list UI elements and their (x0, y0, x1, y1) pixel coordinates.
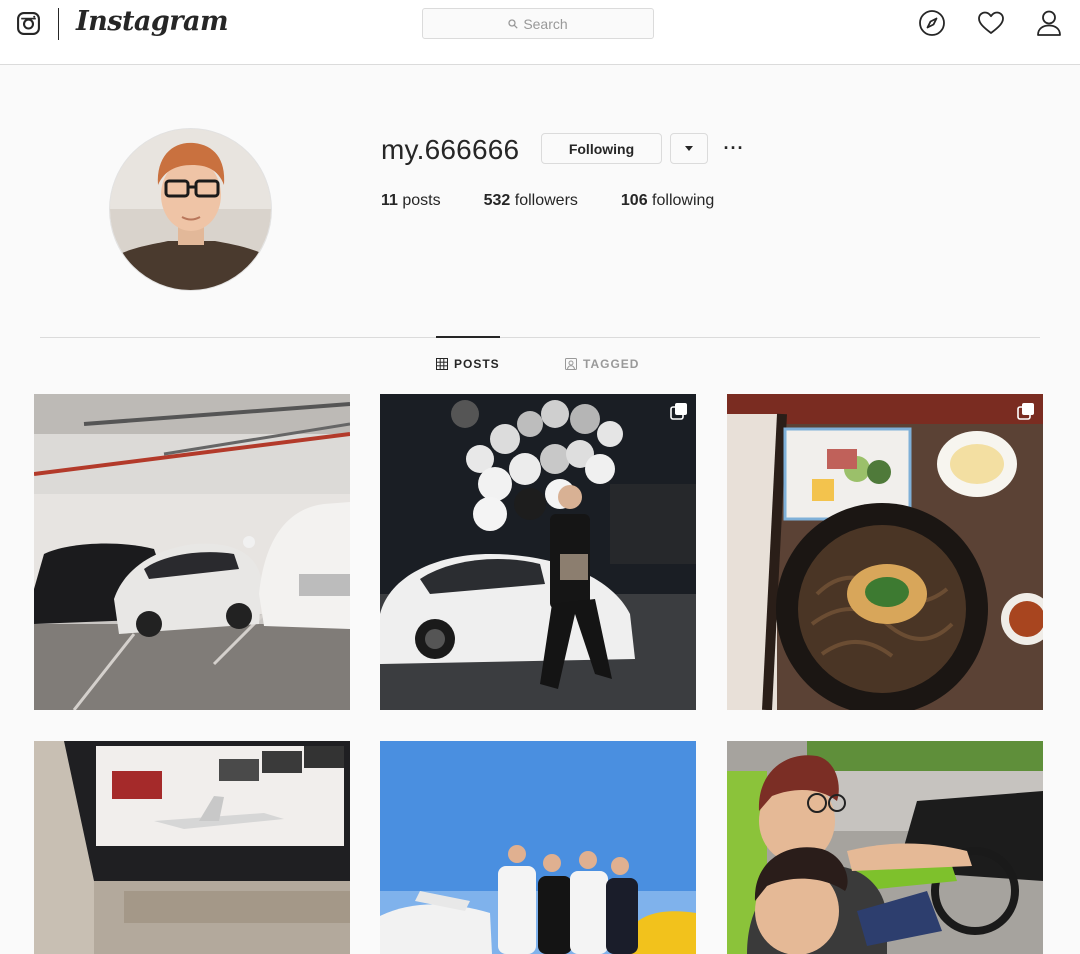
post-image-inflight-screen (34, 741, 350, 954)
instagram-wordmark[interactable]: Instagram (76, 6, 229, 37)
post-thumbnail[interactable] (34, 394, 350, 710)
profile-stats: 11 posts 532 followers 106 following (381, 192, 757, 210)
post-thumbnail[interactable] (727, 394, 1043, 710)
following-button[interactable]: Following (541, 133, 662, 164)
tab-posts[interactable]: POSTS (436, 357, 500, 371)
tabs-divider (40, 337, 1040, 338)
tab-posts-label: POSTS (454, 357, 500, 371)
instagram-glyph-icon[interactable] (16, 11, 41, 36)
heart-icon[interactable] (977, 9, 1005, 37)
post-thumbnail[interactable] (727, 741, 1043, 954)
compass-icon[interactable] (918, 9, 946, 37)
tab-tagged[interactable]: TAGGED (565, 357, 639, 371)
more-options-button[interactable]: ··· (720, 137, 748, 159)
posts-count: 11 posts (381, 192, 441, 209)
top-navigation-bar: Instagram Search (0, 0, 1080, 65)
post-image-men-in-car (727, 741, 1043, 954)
post-thumbnail[interactable] (380, 394, 696, 710)
post-image-noodle-meal (727, 394, 1043, 710)
search-placeholder: Search (523, 15, 568, 32)
active-tab-indicator (436, 336, 500, 338)
tag-icon (565, 358, 577, 370)
multiple-posts-icon (1017, 403, 1034, 420)
post-image-group-blue-sky (380, 741, 696, 954)
search-icon (508, 18, 518, 29)
multiple-posts-icon (670, 403, 687, 420)
post-image-cars-garage (34, 394, 350, 710)
grid-icon (436, 358, 448, 370)
person-icon[interactable] (1035, 9, 1063, 37)
suggestions-dropdown-button[interactable] (670, 133, 708, 164)
tab-tagged-label: TAGGED (583, 357, 640, 371)
search-input[interactable]: Search (422, 8, 654, 39)
profile-avatar[interactable] (109, 128, 272, 291)
post-image-car-balloons (380, 394, 696, 710)
avatar-photo (110, 129, 271, 290)
post-thumbnail[interactable] (380, 741, 696, 954)
profile-username: my.666666 (381, 134, 520, 165)
header-divider (58, 8, 59, 40)
caret-down-icon (685, 145, 693, 151)
followers-count[interactable]: 532 followers (484, 192, 578, 210)
post-thumbnail[interactable] (34, 741, 350, 954)
following-count[interactable]: 106 following (621, 192, 714, 210)
